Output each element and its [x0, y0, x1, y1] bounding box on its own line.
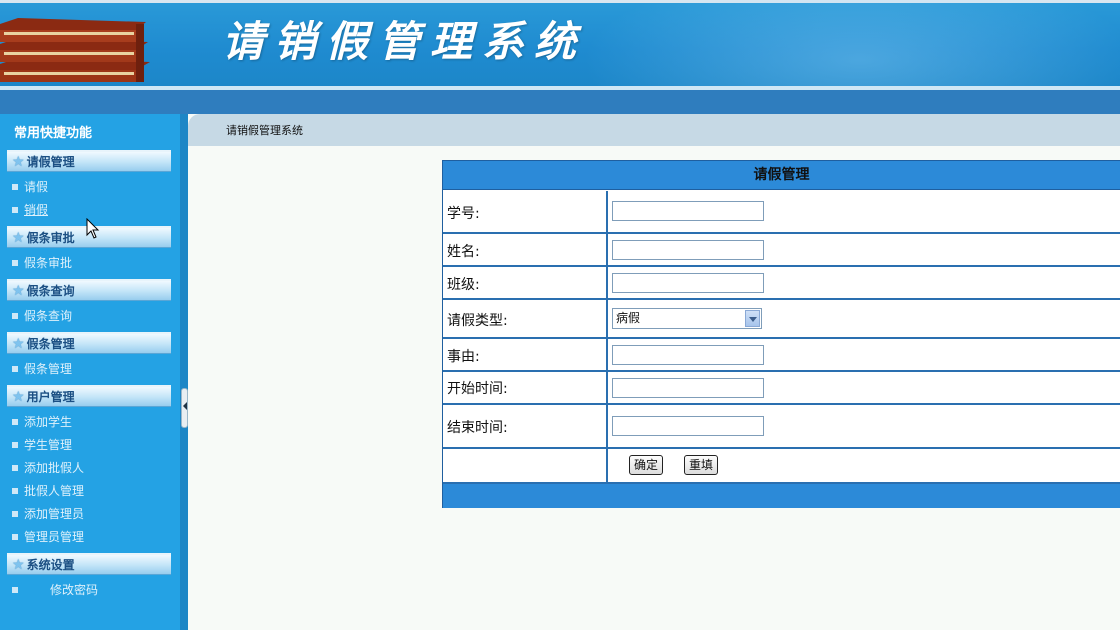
sidebar-item-label: 添加学生	[24, 415, 73, 429]
bullet-icon	[12, 464, 18, 471]
star-icon: ★	[12, 335, 25, 352]
section-label: 用户管理	[26, 390, 75, 404]
section-user-management[interactable]: ★ 用户管理	[7, 385, 171, 407]
sidebar: 常用快捷功能 ★ 请假管理 请假 销假 ★ 假条审批 假条审批 ★ 假条查询 假…	[0, 114, 180, 630]
form-row-student-id: 学号:	[443, 191, 1120, 234]
leave-type-select[interactable]: 病假	[612, 308, 762, 329]
sidebar-item-label: 假条管理	[24, 362, 73, 376]
form-row-reason: 事由:	[443, 339, 1120, 372]
end-time-input[interactable]	[612, 416, 764, 436]
sidebar-item-label: 学生管理	[24, 438, 73, 452]
star-icon: ★	[12, 153, 25, 170]
confirm-button[interactable]: 确定	[629, 455, 664, 475]
bullet-icon	[12, 586, 18, 593]
sidebar-item-approver-management[interactable]: 批假人管理	[12, 482, 84, 499]
student-id-input[interactable]	[612, 201, 764, 221]
header-glow	[560, 0, 1120, 90]
reason-label: 事由:	[447, 349, 480, 365]
section-leave-management[interactable]: ★ 请假管理	[7, 150, 171, 172]
class-label: 班级:	[447, 277, 480, 293]
bullet-icon	[12, 312, 18, 319]
mouse-cursor-icon	[86, 218, 100, 239]
sidebar-item-label: 添加批假人	[24, 461, 85, 475]
sidebar-item-query[interactable]: 假条查询	[12, 307, 72, 324]
form-title: 请假管理	[443, 161, 1120, 190]
bullet-icon	[12, 206, 18, 213]
bullet-icon	[12, 365, 18, 372]
sidebar-title: 常用快捷功能	[14, 126, 93, 141]
bullet-icon	[12, 183, 18, 190]
section-slip-management[interactable]: ★ 假条管理	[7, 332, 171, 354]
star-icon: ★	[12, 556, 25, 573]
star-icon: ★	[12, 282, 25, 299]
app-title: 请销假管理系统	[222, 17, 587, 66]
header-banner: 请销假管理系统	[0, 0, 1120, 90]
start-time-input[interactable]	[612, 378, 764, 398]
star-icon: ★	[12, 388, 25, 405]
bullet-icon	[12, 510, 18, 517]
sidebar-collapse-handle[interactable]	[181, 388, 188, 428]
bullet-icon	[12, 259, 18, 266]
sidebar-item-label: 请假	[24, 180, 49, 194]
leave-type-label: 请假类型:	[447, 313, 508, 329]
sidebar-item-add-admin[interactable]: 添加管理员	[12, 505, 84, 522]
section-label: 请假管理	[26, 155, 75, 169]
bullet-icon	[12, 487, 18, 494]
sidebar-item-add-approver[interactable]: 添加批假人	[12, 459, 84, 476]
sidebar-item-approval[interactable]: 假条审批	[12, 254, 72, 271]
sidebar-item-change-password[interactable]: 修改密码	[12, 581, 98, 598]
sidebar-item-student-management[interactable]: 学生管理	[12, 436, 72, 453]
sidebar-item-label: 假条审批	[24, 256, 73, 270]
breadcrumb-text: 请销假管理系统	[226, 124, 303, 137]
star-icon: ★	[12, 229, 25, 246]
reset-button[interactable]: 重填	[684, 455, 719, 475]
sidebar-item-admin-management[interactable]: 管理员管理	[12, 528, 84, 545]
student-id-label: 学号:	[447, 206, 480, 222]
start-time-label: 开始时间:	[447, 381, 508, 397]
sidebar-item-label: 添加管理员	[24, 507, 85, 521]
form-row-name: 姓名:	[443, 234, 1120, 267]
sidebar-item-label: 修改密码	[50, 583, 99, 597]
sidebar-item-label: 假条查询	[24, 309, 73, 323]
form-row-class: 班级:	[443, 267, 1120, 300]
section-system-settings[interactable]: ★ 系统设置	[7, 553, 171, 575]
section-label: 系统设置	[26, 558, 75, 572]
bullet-icon	[12, 533, 18, 540]
header-band	[0, 90, 1120, 114]
sidebar-item-label: 销假	[24, 203, 49, 217]
sidebar-item-label: 批假人管理	[24, 484, 85, 498]
section-query[interactable]: ★ 假条查询	[7, 279, 171, 301]
section-label: 假条管理	[26, 337, 75, 351]
bullet-icon	[12, 441, 18, 448]
section-label: 假条审批	[26, 231, 75, 245]
sidebar-item-label: 管理员管理	[24, 530, 85, 544]
breadcrumb: 请销假管理系统	[188, 114, 1120, 146]
form-row-leave-type: 请假类型: 病假	[443, 300, 1120, 339]
sidebar-item-add-student[interactable]: 添加学生	[12, 413, 72, 430]
sidebar-item-cancel-leave[interactable]: 销假	[12, 201, 48, 218]
chevron-left-icon	[183, 402, 187, 410]
books-logo-icon	[0, 18, 150, 82]
name-input[interactable]	[612, 240, 764, 260]
section-label: 假条查询	[26, 284, 75, 298]
bullet-icon	[12, 418, 18, 425]
name-label: 姓名:	[447, 244, 480, 260]
chevron-down-icon[interactable]	[745, 310, 760, 327]
form-row-actions: 确定 重填	[443, 449, 1120, 484]
reason-input[interactable]	[612, 345, 764, 365]
class-input[interactable]	[612, 273, 764, 293]
end-time-label: 结束时间:	[447, 420, 508, 436]
form-row-end-time: 结束时间:	[443, 405, 1120, 449]
leave-type-value: 病假	[616, 311, 641, 325]
sidebar-divider	[180, 114, 188, 630]
form-row-start-time: 开始时间:	[443, 372, 1120, 405]
form-footer-bar	[443, 484, 1120, 508]
sidebar-item-leave[interactable]: 请假	[12, 178, 48, 195]
sidebar-item-slip-management[interactable]: 假条管理	[12, 360, 72, 377]
leave-form: 请假管理 学号: 姓名: 班级: 请假类型: 病假 事由: 开始时间: 结束时间…	[442, 160, 1120, 508]
